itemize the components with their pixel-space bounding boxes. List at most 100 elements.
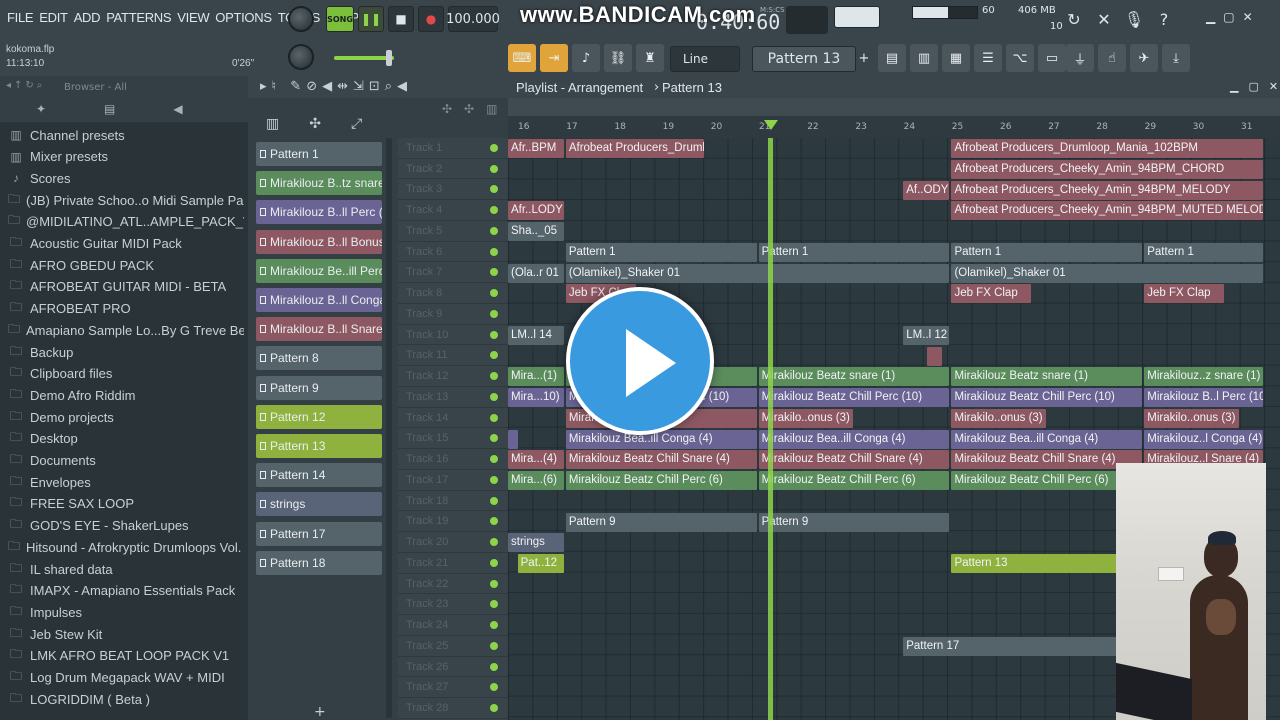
track-mute-led[interactable] [490,413,498,422]
track-header[interactable]: Track 22 [398,574,508,595]
timeline-ruler[interactable]: 16 17 18 19 20 21 22 23 24 25 26 27 28 29 30 31 [508,98,1280,138]
track-header[interactable]: Track 16 [398,449,508,470]
track-mute-led[interactable] [490,517,498,526]
playlist-clip[interactable]: Mirakilouz..l Conga (4) [1144,429,1263,449]
playlist-clip[interactable]: Mirakilouz..z snare (1) [1144,367,1263,387]
playlist-clip[interactable]: Afrobeat Producers_Drumloop_Mania_102BPM [565,139,704,158]
track-header[interactable]: Track 7 [398,263,508,284]
playlist-clip[interactable]: Mirakilo..onus (3) [1144,408,1239,428]
track-mute-led[interactable] [490,330,498,339]
pause-button[interactable]: ❚❚ [358,6,384,32]
browser-item[interactable]: ▥ Mixer presets [8,146,244,168]
browser-item[interactable]: 🗀 Backup [8,341,244,363]
track-mute-led[interactable] [490,392,498,401]
record-button[interactable]: ● [418,6,444,32]
menu-add[interactable]: ADD [71,10,104,25]
pattern-item[interactable]: Pattern 9 [256,375,382,400]
browser-item[interactable]: 🗀 (JB) Private Schoo..o Midi Sample Pack [8,189,244,211]
playlist-clip[interactable]: strings [508,533,564,553]
menu-options[interactable]: OPTIONS [212,10,274,25]
track-mute-led[interactable] [490,143,498,152]
playlist-clip[interactable]: Mirakilouz Bea..ill Conga (4) [951,429,1143,449]
metronome-icon[interactable]: ♜ [636,44,664,72]
menu-view[interactable]: VIEW [174,10,212,25]
pattern-item[interactable]: Mirakilouz B..ll Conga (4) [256,288,382,312]
track-header[interactable]: Track 18 [398,491,508,512]
track-header[interactable]: Track 14 [398,408,508,429]
playlist-clip[interactable]: Afrobeat Producers_Cheeky_Amin_94BPM_CHO… [951,159,1263,179]
track-mute-led[interactable] [490,372,498,381]
track-header-icons[interactable]: ✣✣▥ [442,102,509,116]
track-header[interactable]: Track 11 [398,346,508,367]
playlist-clip[interactable]: Jeb FX Clap [951,284,1032,304]
track-header[interactable]: Track 25 [398,636,508,657]
pattern-item[interactable]: Pattern 8 [256,346,382,371]
playlist-clip[interactable]: Afr..LODY [508,201,564,221]
track-header[interactable]: Track 28 [398,698,508,719]
track-header[interactable]: Track 15 [398,429,508,450]
track-header[interactable]: Track 3 [398,180,508,201]
picker-scrollbar[interactable] [386,138,392,718]
track-mute-led[interactable] [490,641,498,650]
track-mute-led[interactable] [490,621,498,630]
browser-item[interactable]: ♪ Scores [8,167,244,189]
browser-item[interactable]: 🗀 AFROBEAT PRO [8,298,244,320]
playlist-clip[interactable]: Af..ODY [903,180,950,200]
playhead-marker[interactable] [764,120,778,130]
playlist-clip[interactable]: Pattern 17 [903,637,1119,656]
pattern-item[interactable]: Pattern 14 [256,463,382,488]
link-icon[interactable]: ⛓ [604,44,632,72]
playlist-clip[interactable]: LM..l 14 [508,325,564,345]
playlist-clip[interactable]: Pattern 13 [951,554,1143,573]
piano-roll-icon[interactable]: ▦ [942,44,970,72]
track-mute-led[interactable] [490,496,498,505]
browser-item[interactable]: 🗀 Acoustic Guitar MIDI Pack [8,233,244,255]
browser-item[interactable]: 🗀 AFRO GBEDU PACK [8,254,244,276]
browser-item[interactable]: 🗀 Amapiano Sample Lo...By G Treve BeatZ [8,319,244,341]
playlist-clip[interactable]: Sha.._05 [508,222,564,241]
playlist-clip[interactable]: Mirakilouz Beatz Chill Snare (4) [758,450,950,470]
browser-item[interactable]: 🗀 Jeb Stew Kit [8,623,244,645]
playlist-window-controls[interactable]: ▁▢✕ [1230,80,1280,93]
track-header[interactable]: Track 23 [398,595,508,616]
pattern-item[interactable]: Mirakilouz Be..ill Perc (6) [256,258,382,283]
browser-item[interactable]: 🗀 IMAPX - Amapiano Essentials Pack [8,580,244,602]
browser-item[interactable]: 🗀 @MIDILATINO_ATL..AMPLE_PACK_VOL_3 [8,211,244,233]
add-pattern-button[interactable]: + [314,704,326,720]
track-mute-led[interactable] [490,558,498,567]
menu-file[interactable]: FILE [4,10,36,25]
track-mute-led[interactable] [490,247,498,256]
track-mute-led[interactable] [490,579,498,588]
browser-item[interactable]: 🗀 Log Drum Megapack WAV + MIDI [8,667,244,689]
track-mute-led[interactable] [490,268,498,277]
picker-icons[interactable]: ▥✣⤢ [266,116,392,132]
track-mute-led[interactable] [490,289,498,298]
track-header[interactable]: Track 5 [398,221,508,242]
file-icon[interactable]: ▭ [1038,44,1066,72]
playlist-clip[interactable]: Pattern 1 [758,242,950,262]
tools-icon[interactable]: ✕ [1092,6,1116,32]
plug-icon[interactable]: ⏚ [1066,44,1094,72]
track-mute-led[interactable] [490,226,498,235]
export-icon[interactable]: ⤓ [1162,44,1190,72]
playlist-clip[interactable]: Mirakilouz B..l Perc (10) [1144,388,1263,407]
master-volume-slider[interactable] [334,50,394,66]
tempo-display[interactable]: 100.000 [446,6,500,32]
track-mute-led[interactable] [490,434,498,443]
add-pattern-icon[interactable]: + [856,44,872,72]
stop-button[interactable]: ■ [388,6,414,32]
share-icon[interactable]: ✈ [1130,44,1158,72]
snap-icon[interactable]: ♪ [572,44,600,72]
playlist-clip[interactable]: (Ola..r 01 [508,263,564,283]
pattern-item[interactable]: Mirakilouz B..tz snare (1) [256,171,382,196]
browser-item[interactable]: 🗀 LOGRIDDIM ( Beta ) [8,688,244,710]
track-mute-led[interactable] [490,164,498,173]
song-mode-button[interactable]: SONG [326,6,354,32]
playlist-clip[interactable]: (Olamikel)_Shaker 01 [951,263,1263,283]
track-header[interactable]: Track 13 [398,387,508,408]
help-icon[interactable]: ? [1152,6,1176,32]
pattern-item[interactable]: strings [256,492,382,517]
microphone-icon[interactable]: 🎙 [1122,6,1146,32]
browser-item[interactable]: 🗀 AFROBEAT GUITAR MIDI - BETA [8,276,244,298]
track-header[interactable]: Track 21 [398,553,508,574]
